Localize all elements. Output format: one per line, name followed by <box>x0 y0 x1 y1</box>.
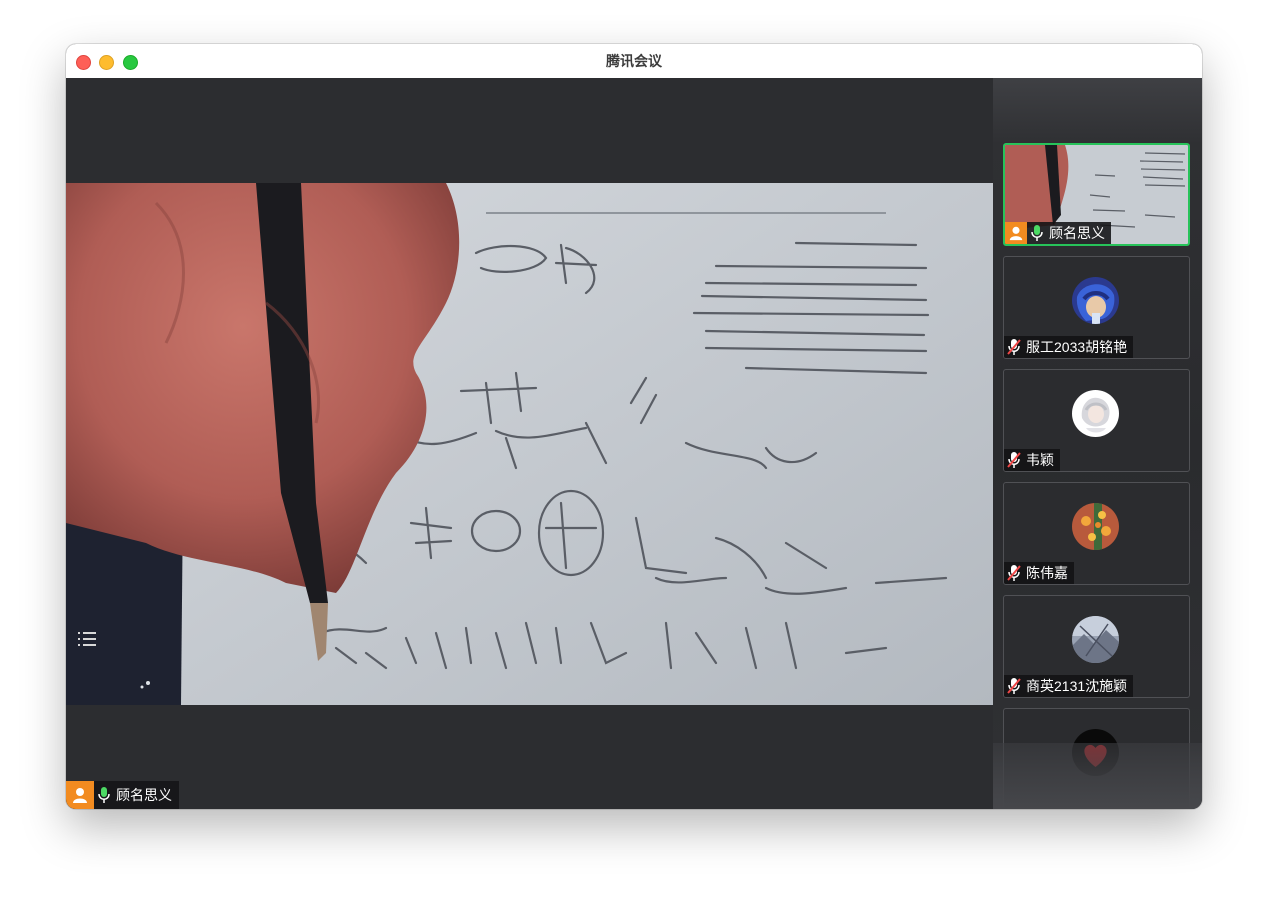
window-title: 腾讯会议 <box>606 53 662 69</box>
mic-on-icon <box>1027 222 1047 244</box>
participant-label: 服工2033胡铭艳 <box>1004 336 1134 358</box>
participant-label: 陈伟嘉 <box>1004 562 1074 584</box>
user-avatar-icon <box>66 781 94 809</box>
participant-label: 顾名思义 <box>1005 222 1111 244</box>
participant-avatar <box>1072 616 1119 663</box>
meeting-window: 腾讯会议 顾名思义 顾名思义 服工2033胡铭艳 韦颖 陈伟嘉 商英2131沈施… <box>66 44 1202 809</box>
participant-avatar <box>1072 277 1119 324</box>
main-stage: 顾名思义 <box>66 78 993 809</box>
participant-name: 商英2131沈施颖 <box>1026 678 1128 694</box>
participant-tile[interactable]: 韦颖 <box>1003 369 1190 472</box>
mic-muted-icon <box>1004 336 1024 358</box>
participant-tile[interactable]: 顾名思义 <box>1003 143 1190 246</box>
main-video[interactable] <box>66 183 993 705</box>
participant-name: 服工2033胡铭艳 <box>1026 339 1128 355</box>
mic-on-icon <box>94 785 114 805</box>
participant-avatar <box>1072 503 1119 550</box>
mic-muted-icon <box>1004 562 1024 584</box>
main-speaker-name: 顾名思义 <box>116 787 172 803</box>
gallery-scroll-fade <box>993 743 1202 809</box>
participant-name: 顾名思义 <box>1049 225 1105 241</box>
participant-label: 韦颖 <box>1004 449 1060 471</box>
participant-tile[interactable]: 陈伟嘉 <box>1003 482 1190 585</box>
shared-camera-feed <box>66 183 993 705</box>
title-bar: 腾讯会议 <box>66 44 1202 79</box>
participant-gallery: 顾名思义 服工2033胡铭艳 韦颖 陈伟嘉 商英2131沈施颖 <box>993 78 1202 809</box>
participant-tile[interactable]: 商英2131沈施颖 <box>1003 595 1190 698</box>
participant-list-icon[interactable] <box>76 629 98 649</box>
participant-name: 陈伟嘉 <box>1026 565 1068 581</box>
mic-muted-icon <box>1004 449 1024 471</box>
participant-label: 商英2131沈施颖 <box>1004 675 1134 697</box>
main-speaker-label: 顾名思义 <box>66 781 179 809</box>
participant-tile[interactable]: 服工2033胡铭艳 <box>1003 256 1190 359</box>
mic-muted-icon <box>1004 675 1024 697</box>
participant-name: 韦颖 <box>1026 452 1054 468</box>
user-avatar-icon <box>1005 222 1027 244</box>
participant-avatar <box>1072 390 1119 437</box>
